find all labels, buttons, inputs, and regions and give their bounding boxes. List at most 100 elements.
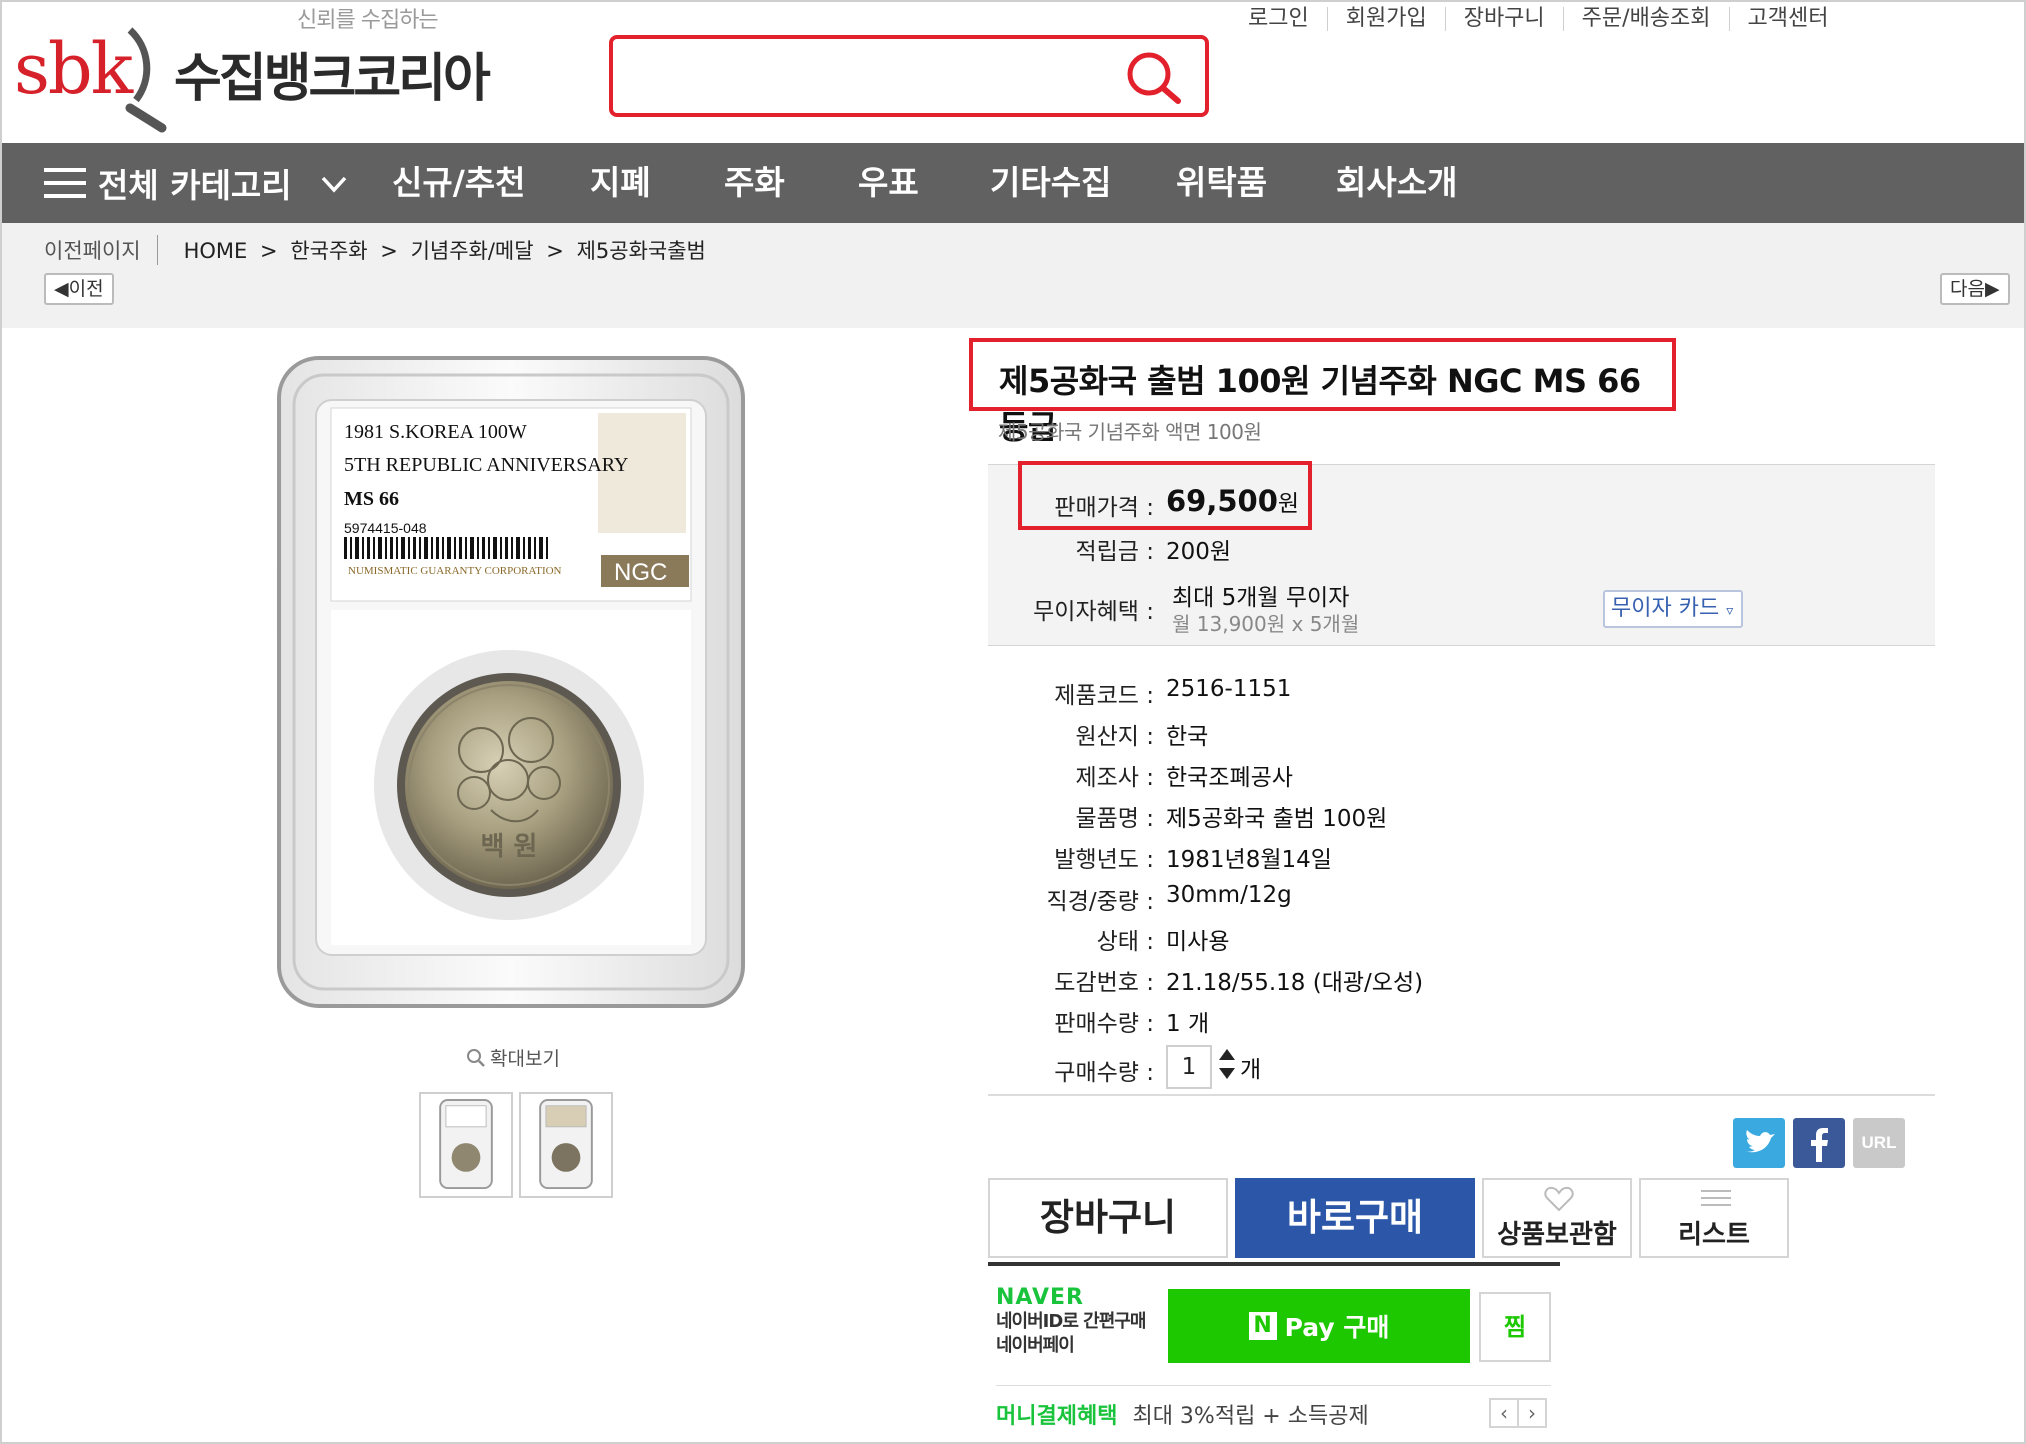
nav-item-banknotes[interactable]: 지폐 <box>590 143 651 223</box>
top-menu-orders[interactable]: 주문/배송조회 <box>1562 7 1729 31</box>
top-menu-support[interactable]: 고객센터 <box>1728 7 1847 31</box>
interest-value: 최대 5개월 무이자 <box>1172 585 1350 611</box>
zoom-label: 확대보기 <box>490 1048 560 1070</box>
top-menu-signup[interactable]: 회원가입 <box>1326 7 1445 31</box>
twitter-icon[interactable] <box>1733 1118 1785 1168</box>
chevron-down-icon <box>321 176 346 193</box>
spec-label-year: 발행년도 : <box>1054 847 1154 873</box>
dropdown-triangle-icon: ▿ <box>1726 603 1734 619</box>
url-copy-button[interactable]: URL <box>1853 1118 1905 1168</box>
spec-value-maker: 한국조폐공사 <box>1166 765 1293 791</box>
nav-item-misc[interactable]: 기타수집 <box>990 143 1111 223</box>
next-product-button[interactable]: 다음▶ <box>1940 273 2010 305</box>
slab-cert: 5974415-048 <box>344 520 427 536</box>
chevron-left-icon: ◀ <box>54 278 69 300</box>
quantity-stepper-icon[interactable] <box>1218 1047 1236 1081</box>
spec-value-code: 2516-1151 <box>1166 676 1292 702</box>
breadcrumb-home[interactable]: HOME <box>184 239 248 263</box>
spec-value-origin: 한국 <box>1166 724 1209 750</box>
all-categories-label: 전체 카테고리 <box>98 166 292 205</box>
list-lines-icon <box>1701 1190 1731 1206</box>
divider <box>996 1385 1551 1386</box>
interest-card-label: 무이자 카드 <box>1611 596 1720 621</box>
breadcrumb-path: HOME > 한국주화 > 기념주화/메달 > 제5공화국출범 <box>184 235 712 265</box>
spec-label-catalog: 도감번호 : <box>1054 970 1154 996</box>
logo-sbk: sbk <box>14 28 133 110</box>
spec-value-year: 1981년8월14일 <box>1166 847 1332 873</box>
points-label: 적립금 : <box>1075 539 1154 565</box>
points-value: 200원 <box>1166 539 1232 565</box>
logo-tagline: 신뢰를 수집하는 <box>297 8 439 33</box>
interest-card-button[interactable]: 무이자 카드 ▿ <box>1603 590 1743 628</box>
main-nav: 전체 카테고리 신규/추천 지폐 주화 우표 기타수집 위탁품 회사소개 <box>2 143 2024 223</box>
interest-sub: 월 13,900원 x 5개월 <box>1172 612 1360 636</box>
logo-name: 수집뱅크코리아 <box>174 49 491 109</box>
wishlist-button[interactable]: 상품보관함 <box>1482 1178 1632 1258</box>
money-benefit: 머니결제혜택 최대 3%적립 + 소득공제 <box>996 1398 1369 1430</box>
spec-label-stock: 판매수량 : <box>1054 1011 1154 1037</box>
slab-grade: MS 66 <box>344 488 399 510</box>
thumbnail-1[interactable] <box>419 1092 513 1198</box>
nav-item-about[interactable]: 회사소개 <box>1336 143 1457 223</box>
hamburger-icon <box>44 168 86 198</box>
price-value: 69,500원 <box>1166 484 1299 518</box>
site-logo[interactable]: 신뢰를 수집하는 sbk 수집뱅크코리아 <box>12 0 492 135</box>
thumbnail-2[interactable] <box>519 1092 613 1198</box>
facebook-icon[interactable] <box>1793 1118 1845 1168</box>
add-to-cart-button[interactable]: 장바구니 <box>988 1178 1228 1258</box>
nav-item-coins[interactable]: 주화 <box>724 143 785 223</box>
spec-label-size: 직경/중량 : <box>1046 889 1154 915</box>
naver-zzim-button[interactable]: 찜 <box>1479 1292 1551 1362</box>
nav-item-consignment[interactable]: 위탁품 <box>1176 143 1267 223</box>
previous-page-link[interactable]: 이전페이지 <box>44 235 158 265</box>
spec-label-name: 물품명 : <box>1075 806 1154 832</box>
zoom-button[interactable]: 확대보기 <box>466 1044 560 1071</box>
benefit-pager: ‹ › <box>1489 1398 1547 1428</box>
top-menu: 로그인 회원가입 장바구니 주문/배송조회 고객센터 <box>1230 4 1847 34</box>
prev-product-button[interactable]: ◀이전 <box>44 273 114 305</box>
prev-product-label: 이전 <box>68 278 104 300</box>
top-menu-login[interactable]: 로그인 <box>1230 7 1327 31</box>
slab-ngc-logo: NGC <box>614 559 667 586</box>
buy-section-underline <box>988 1262 1560 1266</box>
money-benefit-label: 머니결제혜택 <box>996 1404 1118 1429</box>
nav-item-stamps[interactable]: 우표 <box>858 143 919 223</box>
price-label: 판매가격 : <box>1054 495 1154 521</box>
thumbnail-slab-image <box>439 1099 493 1190</box>
list-button[interactable]: 리스트 <box>1639 1178 1789 1258</box>
search-input[interactable] <box>633 51 1113 101</box>
breadcrumb-sep: > <box>546 239 564 263</box>
quantity-unit: 개 <box>1240 1057 1262 1083</box>
breadcrumb-korean-coins[interactable]: 한국주화 <box>290 239 367 263</box>
nav-item-new[interactable]: 신규/추천 <box>392 143 526 223</box>
search-icon[interactable] <box>1123 49 1185 107</box>
spec-label-origin: 원산지 : <box>1075 724 1154 750</box>
breadcrumb-commemorative[interactable]: 기념주화/메달 <box>411 239 534 263</box>
naver-line2: 네이버페이 <box>996 1335 1075 1356</box>
quantity-input[interactable]: 1 <box>1166 1045 1212 1089</box>
spec-label-maker: 제조사 : <box>1075 765 1154 791</box>
spec-label-code: 제품코드 : <box>1054 683 1154 709</box>
coin-face-text: 백 원 <box>481 832 538 862</box>
divider <box>988 1094 1935 1096</box>
product-title-box: 제5공화국 출범 100원 기념주화 NGC MS 66 등급 <box>969 338 1676 446</box>
top-menu-cart[interactable]: 장바구니 <box>1444 7 1563 31</box>
naver-pay-button[interactable]: N Pay 구매 <box>1168 1289 1470 1363</box>
spec-value-name: 제5공화국 출범 100원 <box>1166 806 1388 832</box>
product-image-ngc-slab[interactable]: 1981 S.KOREA 100W 5TH REPUBLIC ANNIVERSA… <box>276 355 746 1010</box>
interest-label: 무이자혜택 : <box>1033 599 1154 625</box>
breadcrumb-band: 이전페이지 HOME > 한국주화 > 기념주화/메달 > 제5공화국출범 ◀이… <box>2 223 2024 328</box>
quantity-label: 구매수량 : <box>1054 1060 1154 1086</box>
buy-now-button[interactable]: 바로구매 <box>1235 1178 1475 1258</box>
breadcrumb-sep: > <box>380 239 398 263</box>
breadcrumb-5th-republic[interactable]: 제5공화국출범 <box>577 239 706 263</box>
spec-label-condition: 상태 : <box>1096 929 1154 955</box>
breadcrumb: 이전페이지 HOME > 한국주화 > 기념주화/메달 > 제5공화국출범 <box>44 235 712 265</box>
naver-pay-info: NAVER 네이버ID로 간편구매 네이버페이 <box>996 1285 1146 1358</box>
all-categories-button[interactable]: 전체 카테고리 <box>44 143 348 223</box>
breadcrumb-sep: > <box>260 239 278 263</box>
money-benefit-desc: 최대 3%적립 + 소득공제 <box>1132 1404 1369 1429</box>
wishlist-label: 상품보관함 <box>1497 1220 1617 1250</box>
chevron-left-icon[interactable]: ‹ <box>1489 1398 1519 1428</box>
chevron-right-icon[interactable]: › <box>1517 1398 1547 1428</box>
